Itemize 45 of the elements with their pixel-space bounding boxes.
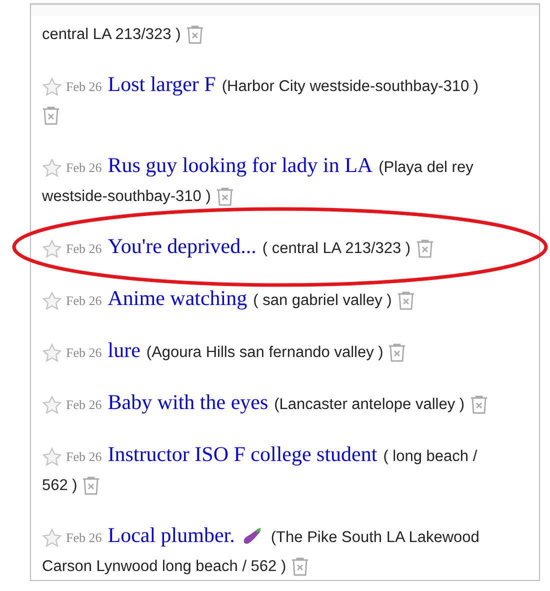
listing-title-link[interactable]: Local plumber.	[108, 523, 235, 547]
location-text: ( central LA 213/323 )	[262, 240, 411, 257]
post-date: Feb 26	[66, 530, 102, 545]
star-icon[interactable]	[42, 158, 62, 178]
location-text: 562 )	[42, 477, 78, 494]
post-date: Feb 26	[66, 345, 102, 360]
post-date: Feb 26	[66, 397, 102, 412]
listing-title-link[interactable]: Baby with the eyes	[108, 390, 268, 414]
delete-icon[interactable]	[396, 291, 415, 310]
star-icon[interactable]	[42, 528, 62, 548]
post-date: Feb 26	[66, 79, 102, 94]
post-date: Feb 26	[66, 449, 102, 464]
listing-title-link[interactable]: You're deprived...	[108, 234, 256, 258]
location-text: (Agoura Hills san fernando valley )	[146, 344, 384, 361]
post-date: Feb 26	[66, 293, 102, 308]
location-text: Carson Lynwood long beach / 562 )	[42, 558, 286, 575]
delete-icon[interactable]	[416, 239, 434, 258]
delete-icon[interactable]	[82, 476, 100, 496]
listing-title-link[interactable]: lure	[108, 338, 140, 362]
delete-icon[interactable]	[470, 395, 488, 414]
star-icon[interactable]	[42, 238, 62, 259]
listing-title-link[interactable]: Rus guy looking for lady in LA	[108, 153, 373, 177]
location-text: westside-southbay-310 )	[42, 188, 211, 205]
star-icon[interactable]	[42, 394, 62, 415]
post-date: Feb 26	[66, 160, 102, 175]
location-text: (Playa del rey	[378, 159, 474, 176]
delete-icon[interactable]	[291, 557, 310, 576]
listing-title-link[interactable]: Lost larger F	[108, 72, 216, 96]
location-text: (The Pike South LA Lakewood	[270, 529, 480, 546]
delete-icon[interactable]	[186, 25, 204, 44]
delete-icon[interactable]	[388, 343, 406, 362]
star-icon[interactable]	[42, 342, 62, 363]
star-icon[interactable]	[42, 446, 62, 467]
location-text: ( san gabriel valley )	[253, 292, 392, 309]
listing-title-link[interactable]: Instructor ISO F college student	[108, 442, 378, 466]
star-icon[interactable]	[42, 290, 62, 311]
location-text: ( long beach /	[383, 448, 478, 465]
listing-title-link[interactable]: Anime watching	[108, 286, 248, 310]
post-date: Feb 26	[66, 241, 102, 256]
delete-icon[interactable]	[42, 106, 60, 126]
location-text: (Lancaster antelope valley )	[274, 396, 465, 413]
star-icon[interactable]	[42, 76, 62, 97]
delete-icon[interactable]	[216, 187, 234, 206]
location-text: (Harbor City westside-southbay-310 )	[222, 78, 479, 95]
location-text: central LA 213/323 )	[42, 26, 181, 43]
